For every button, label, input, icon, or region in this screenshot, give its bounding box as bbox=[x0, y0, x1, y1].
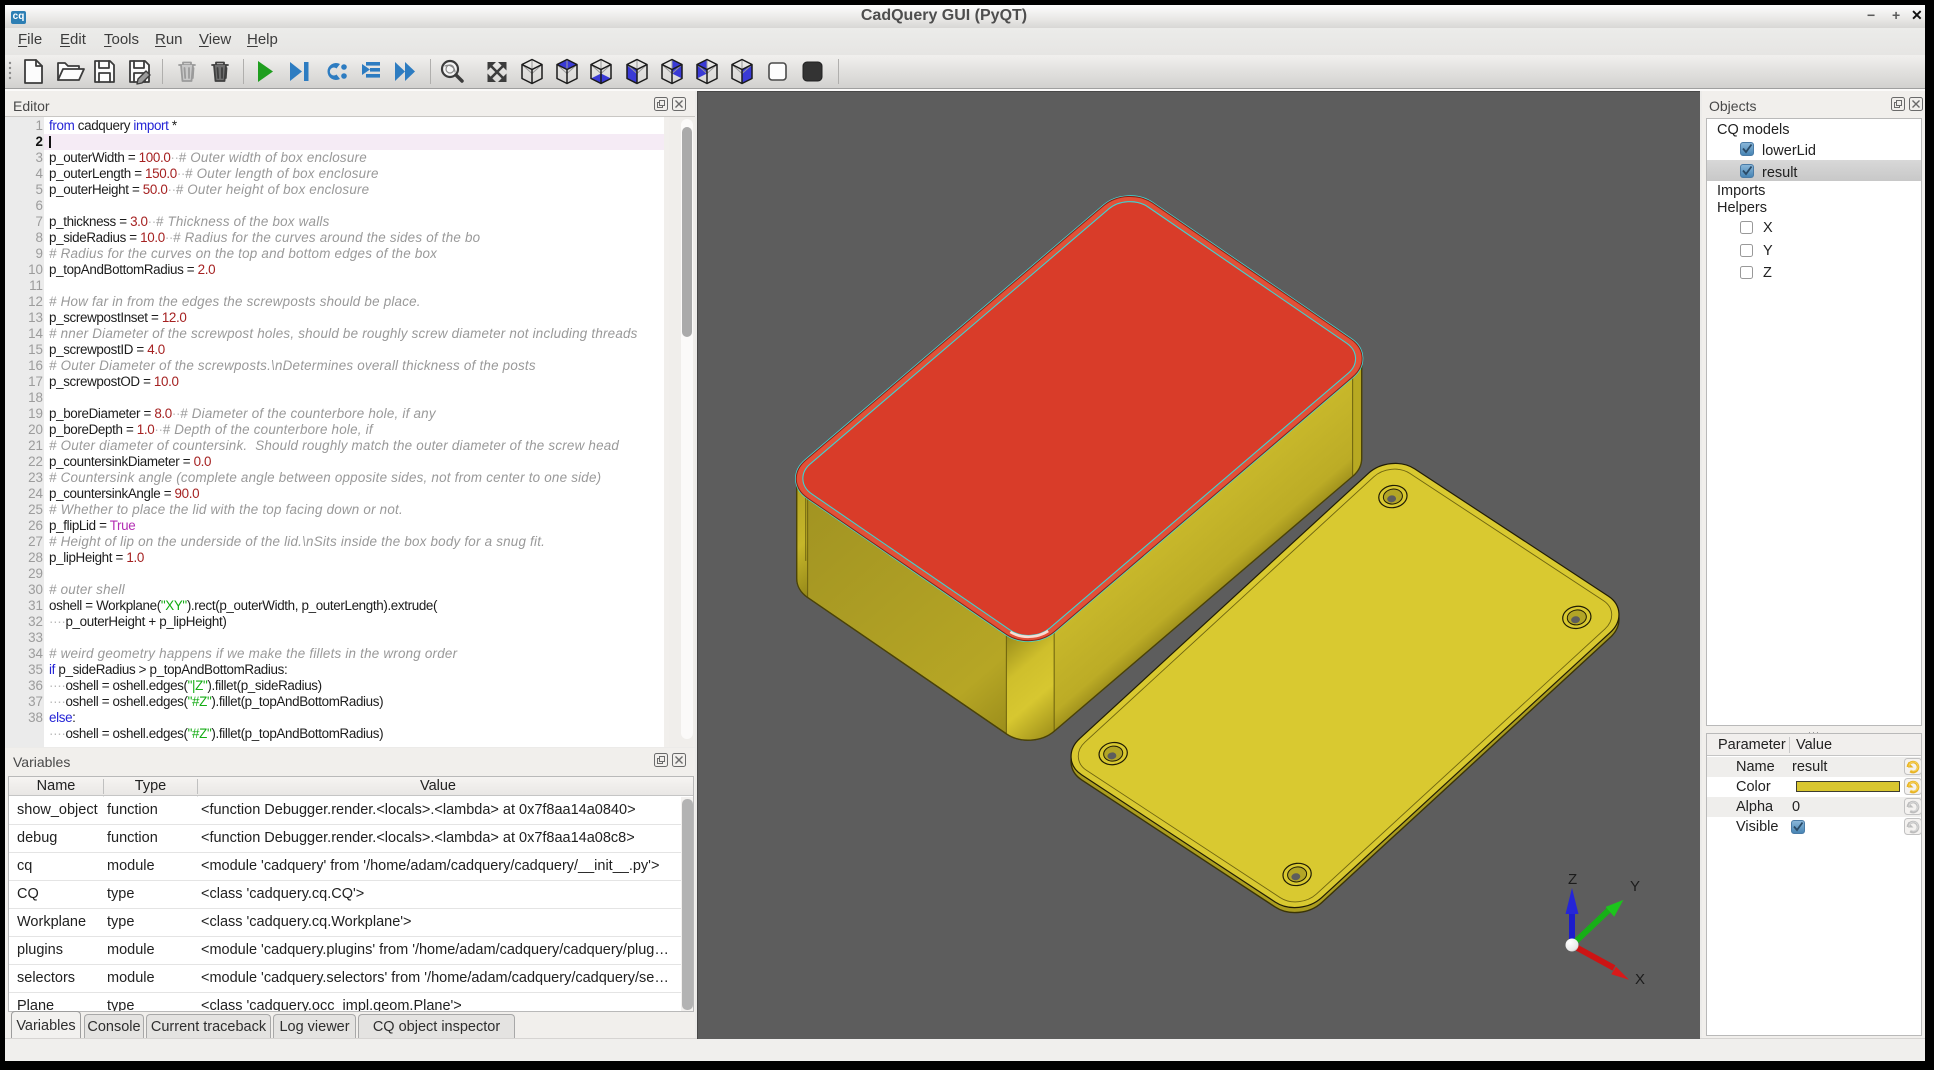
svg-text:X: X bbox=[1635, 971, 1645, 988]
svg-text:Y: Y bbox=[1630, 878, 1640, 895]
svg-text:Z: Z bbox=[1568, 871, 1577, 888]
